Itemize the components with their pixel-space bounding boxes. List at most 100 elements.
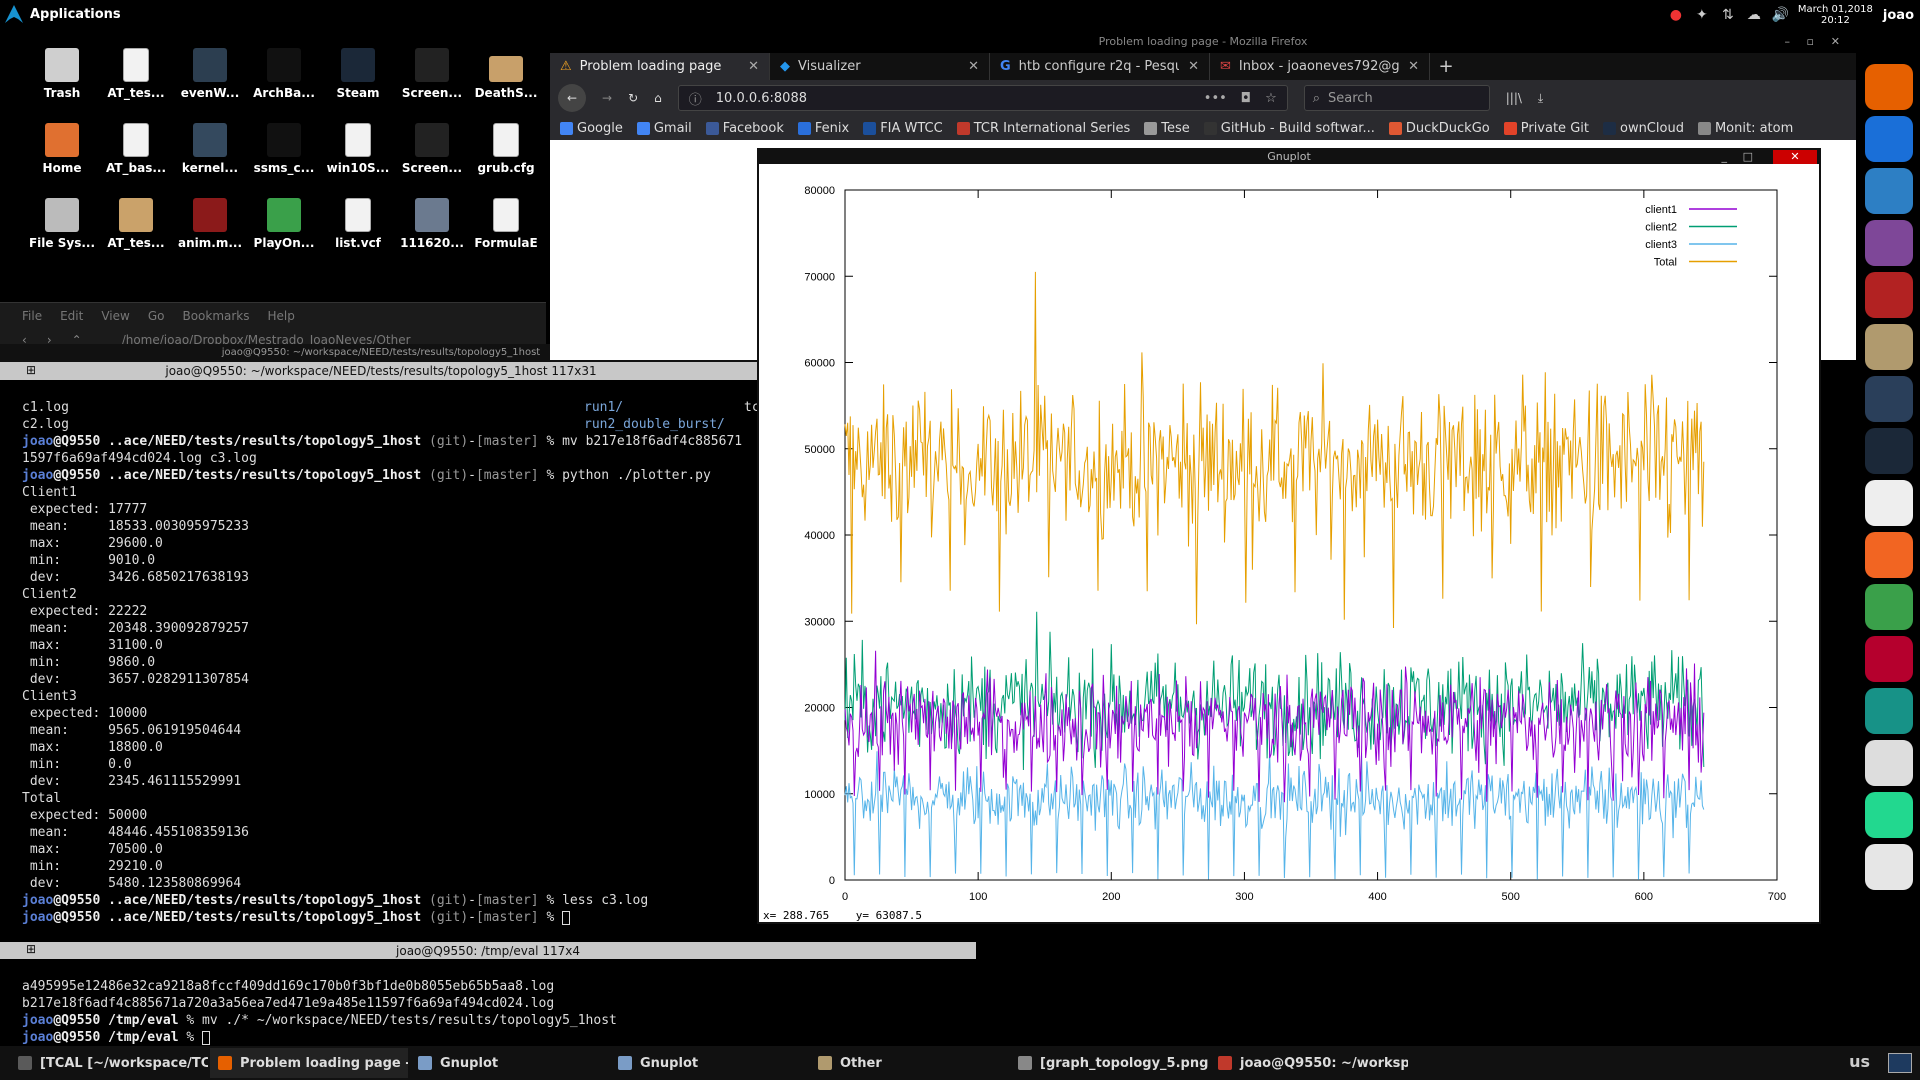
url-bar[interactable]: ⓘ 10.0.0.6:8088 ••• ◘ ☆ xyxy=(677,85,1288,111)
close-button[interactable]: ✕ xyxy=(1773,150,1817,164)
bookmark-item[interactable]: Google xyxy=(560,121,623,136)
dropbox-icon[interactable]: ✦ xyxy=(1694,7,1710,23)
menu-go[interactable]: Go xyxy=(148,309,165,323)
keyboard-layout[interactable]: us xyxy=(1849,1052,1870,1071)
new-tab-button[interactable]: + xyxy=(1430,53,1462,80)
tab-close-icon[interactable]: ✕ xyxy=(748,59,759,74)
desktop-icon[interactable]: anim.m... xyxy=(174,198,246,250)
rss-icon[interactable] xyxy=(1865,532,1913,578)
menu-help[interactable]: Help xyxy=(268,309,295,323)
desktop-icon[interactable]: 111620... xyxy=(396,198,468,250)
bookmark-item[interactable]: Private Git xyxy=(1503,121,1589,136)
bookmark-item[interactable]: Gmail xyxy=(636,121,692,136)
bookmark-star-icon[interactable]: ☆ xyxy=(1265,91,1277,106)
playonlinux-icon[interactable] xyxy=(1865,584,1913,630)
search-bar[interactable]: ⌕ Search xyxy=(1303,85,1490,111)
minimize-button[interactable]: _ xyxy=(1722,150,1728,164)
bookmark-item[interactable]: Tese xyxy=(1144,121,1190,136)
clion-icon[interactable] xyxy=(1865,792,1913,838)
window-icon[interactable] xyxy=(1865,844,1913,890)
bookmark-item[interactable]: ownCloud xyxy=(1602,121,1684,136)
bookmark-item[interactable]: Fenix xyxy=(797,121,849,136)
starred-icon[interactable] xyxy=(1865,480,1913,526)
taskbar-item[interactable]: joao@Q9550: ~/workspac... xyxy=(1210,1048,1408,1078)
desktop-icon[interactable]: Screen... xyxy=(396,48,468,100)
system-monitor-icon[interactable] xyxy=(1865,272,1913,318)
desktop-icon[interactable]: ssms_c... xyxy=(248,123,320,175)
desktop-icon[interactable]: list.vcf xyxy=(322,198,394,250)
bookmark-item[interactable]: FIA WTCC xyxy=(863,121,943,136)
desktop-icon[interactable]: Home xyxy=(26,123,98,175)
desktop-icon[interactable]: ArchBa... xyxy=(248,48,320,100)
network-icon[interactable]: ⇅ xyxy=(1720,7,1736,23)
desktop-icon[interactable]: kernel... xyxy=(174,123,246,175)
volume-icon[interactable]: 🔊 xyxy=(1772,7,1789,23)
taskbar-item[interactable]: [graph_topology_5.png - ... xyxy=(1010,1048,1208,1078)
tab-close-icon[interactable]: ✕ xyxy=(968,59,979,74)
maximize-button[interactable]: ▫ xyxy=(1807,30,1814,53)
desktop-icon[interactable]: win10S... xyxy=(322,123,394,175)
tab-close-icon[interactable]: ✕ xyxy=(1408,59,1419,74)
desktop-icon[interactable]: DeathS... xyxy=(470,48,542,100)
bookmark-item[interactable]: TCR International Series xyxy=(956,121,1130,136)
show-desktop-icon[interactable] xyxy=(1888,1053,1912,1073)
desktop-icon[interactable]: FormulaE xyxy=(470,198,542,250)
steam-alt-icon[interactable] xyxy=(1865,428,1913,474)
taskbar-item[interactable]: Other xyxy=(810,1048,1008,1078)
updates-icon[interactable]: ☁ xyxy=(1746,7,1762,23)
user-menu[interactable]: joao xyxy=(1883,8,1914,23)
desktop-icon[interactable]: grub.cfg xyxy=(470,123,542,175)
minimize-button[interactable]: – xyxy=(1785,30,1791,53)
forward-icon[interactable]: → xyxy=(602,91,612,105)
reload-icon[interactable]: ↻ xyxy=(628,91,638,105)
downloads-icon[interactable]: ⤓ xyxy=(1538,91,1543,106)
desktop-icon[interactable]: evenW... xyxy=(174,48,246,100)
bookmark-item[interactable]: GitHub - Build softwar... xyxy=(1203,121,1375,136)
desktop-icon[interactable]: PlayOn... xyxy=(248,198,320,250)
home-icon[interactable]: ⌂ xyxy=(654,91,662,105)
menu-edit[interactable]: Edit xyxy=(60,309,83,323)
taskbar-item[interactable]: Gnuplot xyxy=(410,1048,608,1078)
terminal-window-2[interactable]: ⊞ joao@Q9550: /tmp/eval 117x4 a495995e12… xyxy=(0,942,976,1046)
firefox-icon[interactable] xyxy=(1865,64,1913,110)
files-icon[interactable] xyxy=(1865,324,1913,370)
desktop-icon[interactable]: Steam xyxy=(322,48,394,100)
close-button[interactable]: ✕ xyxy=(1831,30,1840,53)
tab-problem-loading[interactable]: ⚠ Problem loading page ✕ xyxy=(550,53,770,80)
applications-menu-button[interactable]: Applications xyxy=(4,4,121,24)
java-icon[interactable] xyxy=(1865,740,1913,786)
bookmark-item[interactable]: Monit: atom xyxy=(1697,121,1793,136)
desktop-icon[interactable]: File Sys... xyxy=(26,198,98,250)
tab-visualizer[interactable]: ◆ Visualizer ✕ xyxy=(770,53,990,80)
desktop-icon[interactable]: AT_bas... xyxy=(100,123,172,175)
menu-file[interactable]: File xyxy=(22,309,42,323)
notification-icon[interactable]: ● xyxy=(1668,7,1684,23)
taskbar-item[interactable]: Gnuplot xyxy=(610,1048,808,1078)
mendeley-icon[interactable] xyxy=(1865,636,1913,682)
bookmark-item[interactable]: DuckDuckGo xyxy=(1388,121,1490,136)
desktop-icon[interactable]: Screen... xyxy=(396,123,468,175)
desktop-icon[interactable]: AT_tes... xyxy=(100,48,172,100)
taskbar-item[interactable]: [TCAL [~/workspace/TCA... xyxy=(10,1048,208,1078)
bookmark-item[interactable]: Facebook xyxy=(705,121,784,136)
steam-icon[interactable] xyxy=(1865,376,1913,422)
gitkraken-icon[interactable] xyxy=(1865,688,1913,734)
tab-inbox[interactable]: ✉ Inbox - joaoneves792@gm ✕ xyxy=(1210,53,1430,80)
tab-google-search[interactable]: G htb configure r2q - Pesquis ✕ xyxy=(990,53,1210,80)
firefox-dev-icon[interactable] xyxy=(1865,116,1913,162)
pocket-icon[interactable]: ◘ xyxy=(1241,91,1251,106)
thunderbird-icon[interactable] xyxy=(1865,168,1913,214)
terminal-window-1[interactable]: joao@Q9550: ~/workspace/NEED/tests/resul… xyxy=(0,344,762,930)
menu-bookmarks[interactable]: Bookmarks xyxy=(182,309,249,323)
back-icon[interactable]: ← xyxy=(558,84,586,112)
taskbar-item[interactable]: Problem loading page - M... xyxy=(210,1048,408,1078)
desktop-icon[interactable]: Trash xyxy=(26,48,98,100)
gnuplot-chart[interactable]: 0 10000 20000 30000 40000 50000 60000 70000 8000… xyxy=(759,164,1819,904)
maximize-button[interactable]: □ xyxy=(1743,150,1753,164)
desktop-icon[interactable]: AT_tes... xyxy=(100,198,172,250)
tor-icon[interactable] xyxy=(1865,220,1913,266)
clock[interactable]: March 01,2018 20:12 xyxy=(1798,4,1873,26)
page-actions-icon[interactable]: ••• xyxy=(1204,91,1227,106)
tab-close-icon[interactable]: ✕ xyxy=(1188,59,1199,74)
menu-view[interactable]: View xyxy=(101,309,129,323)
